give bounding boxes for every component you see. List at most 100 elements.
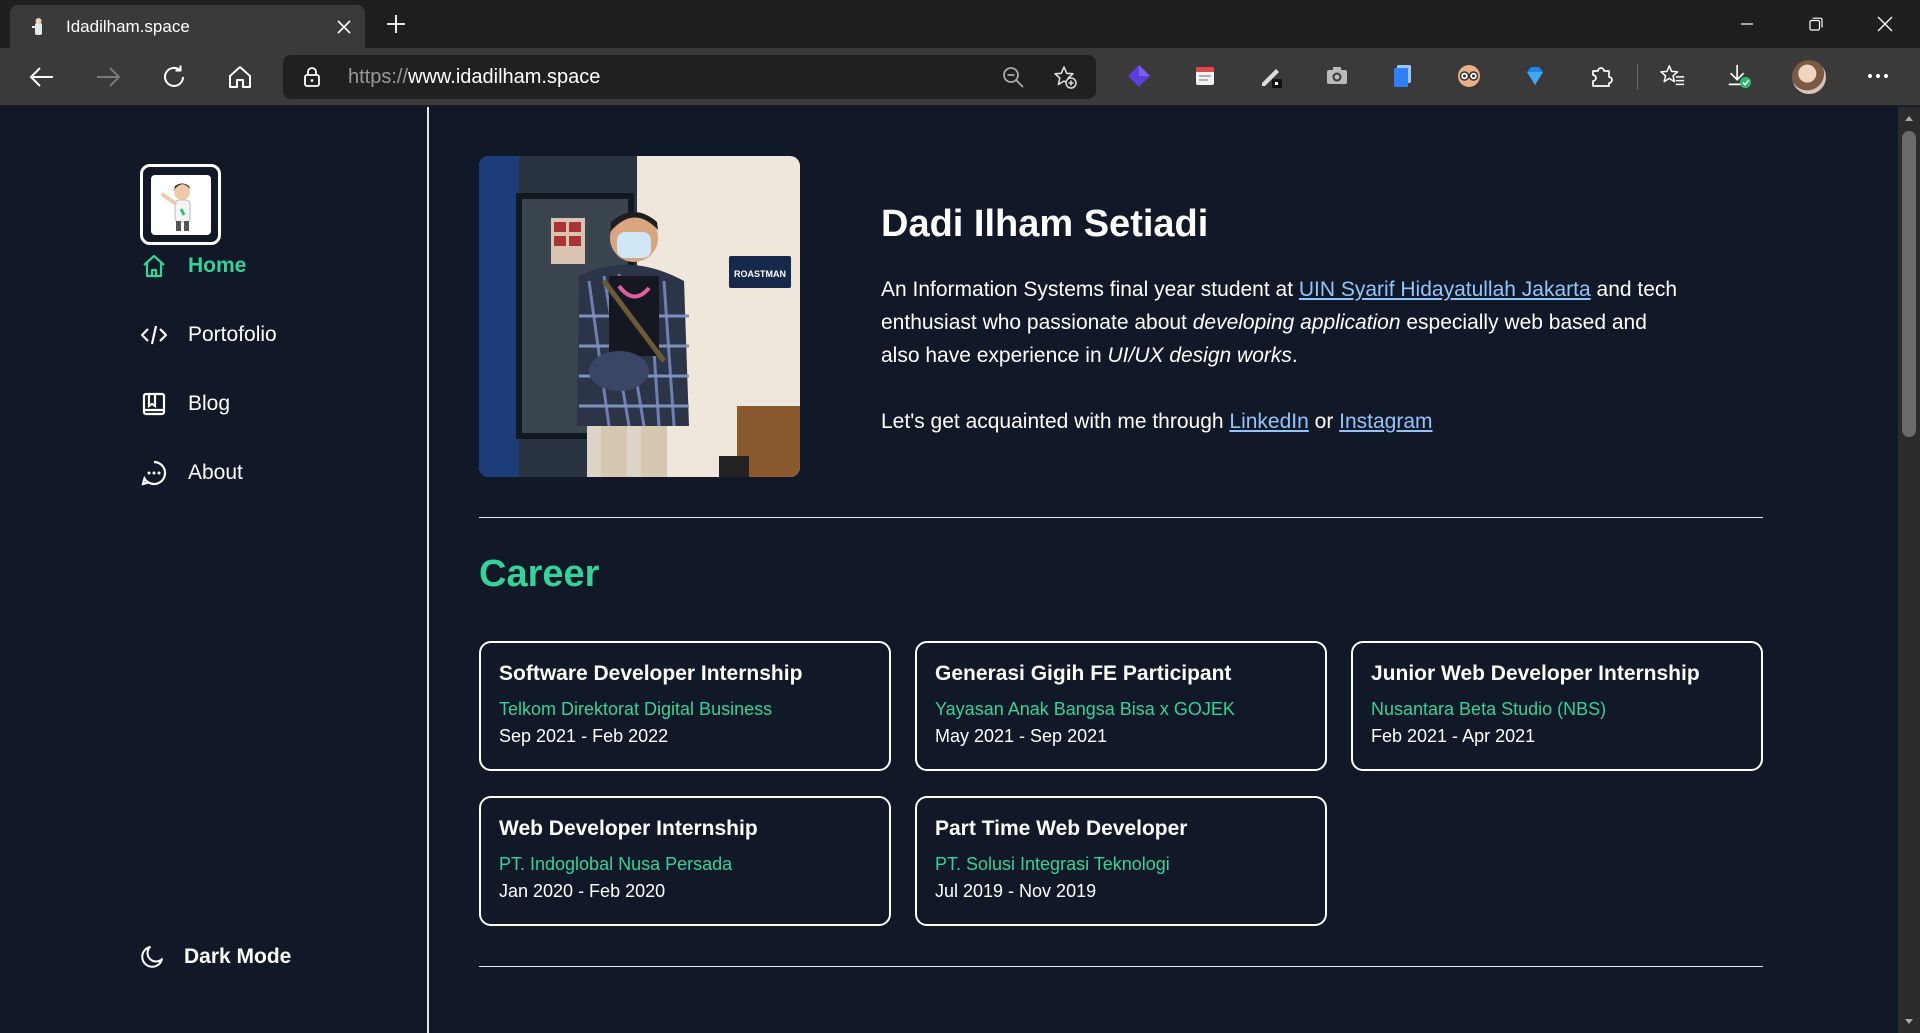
career-organization: Yayasan Anak Bangsa Bisa x GOJEK — [935, 699, 1235, 719]
section-divider — [479, 966, 1763, 967]
extension-diamond-icon[interactable] — [1522, 63, 1548, 89]
favicon-icon — [32, 18, 42, 35]
chat-icon — [141, 460, 167, 486]
scrollbar-thumb[interactable] — [1902, 131, 1916, 437]
restore-button[interactable] — [1793, 8, 1839, 40]
career-role: Generasi Gigih FE Participant — [935, 662, 1232, 685]
linkedin-link[interactable]: LinkedIn — [1229, 410, 1308, 433]
arrow-right-icon — [97, 67, 121, 87]
career-role: Part Time Web Developer — [935, 817, 1188, 840]
career-role: Software Developer Internship — [499, 662, 803, 685]
dark-mode-label: Dark Mode — [184, 945, 292, 968]
diamond-icon — [1527, 67, 1543, 85]
profile-avatar[interactable] — [1792, 60, 1826, 94]
extension-notes-icon[interactable] — [1192, 63, 1218, 89]
scroll-up-icon[interactable] — [1903, 113, 1915, 125]
extension-pen-icon[interactable] — [1258, 63, 1284, 89]
home-icon — [229, 66, 251, 88]
site-logo[interactable] — [140, 164, 221, 245]
minimize-icon — [1741, 23, 1753, 25]
nav-item-portofolio[interactable]: Portofolio — [140, 318, 277, 352]
description-emphasis: developing application — [1192, 311, 1401, 334]
nav-item-label: Home — [188, 254, 247, 277]
description-text: . — [1291, 344, 1298, 367]
university-link[interactable]: UIN Syarif Hidayatullah Jakarta — [1299, 278, 1591, 301]
career-card: Generasi Gigih FE Participant Yayasan An… — [915, 641, 1327, 771]
career-heading: Career — [479, 553, 600, 595]
url-host: www.idadilham.space — [408, 66, 601, 88]
arrow-left-icon — [29, 67, 53, 87]
pen-icon — [1262, 69, 1282, 88]
page-scrollbar[interactable] — [1898, 107, 1920, 1033]
cube-icon — [1128, 65, 1150, 87]
extension-glasses-icon[interactable] — [1456, 63, 1482, 89]
favorites-button[interactable] — [1660, 63, 1686, 89]
career-organization: PT. Solusi Integrasi Teknologi — [935, 854, 1170, 874]
address-bar[interactable]: https://www.idadilham.space — [283, 55, 1096, 99]
refresh-icon — [164, 65, 184, 87]
nav-item-home[interactable]: Home — [140, 249, 246, 283]
social-links-text: Let's get acquainted with me through Lin… — [881, 405, 1433, 438]
zoom-out-icon[interactable] — [1001, 65, 1025, 89]
career-organization: Nusantara Beta Studio (NBS) — [1371, 699, 1607, 719]
web-page: Home Portofolio Blog About Dark Mode ROA… — [0, 107, 1898, 1033]
documents-icon — [1394, 65, 1411, 87]
new-tab-button[interactable] — [382, 10, 410, 38]
extension-purple-cube-icon[interactable] — [1126, 63, 1152, 89]
career-period: May 2021 - Sep 2021 — [935, 726, 1108, 746]
extensions-button[interactable] — [1588, 63, 1614, 89]
download-icon — [1728, 64, 1752, 89]
toolbar-separator — [1637, 64, 1638, 90]
url-scheme: https:// — [348, 66, 409, 88]
close-icon — [1877, 16, 1893, 32]
career-period: Sep 2021 - Feb 2022 — [499, 726, 669, 746]
career-organization: Telkom Direktorat Digital Business — [499, 699, 773, 719]
nav-item-blog[interactable]: Blog — [140, 387, 230, 421]
extension-camera-icon[interactable] — [1324, 63, 1350, 89]
profile-photo-image: ROASTMAN — [479, 156, 800, 477]
home-icon — [143, 254, 165, 278]
nav-item-label: Blog — [188, 392, 231, 415]
sidebar: Home Portofolio Blog About Dark Mode — [0, 107, 429, 1033]
code-icon — [140, 325, 168, 345]
browser-tab[interactable]: Idadilham.space — [10, 5, 365, 48]
career-period: Feb 2021 - Apr 2021 — [1371, 726, 1536, 746]
career-card: Junior Web Developer Internship Nusantar… — [1351, 641, 1763, 771]
nav-item-label: Portofolio — [188, 323, 277, 346]
scroll-down-icon[interactable] — [1903, 1015, 1915, 1027]
career-role: Web Developer Internship — [499, 817, 758, 840]
book-icon — [142, 392, 166, 416]
career-period: Jul 2019 - Nov 2019 — [935, 881, 1097, 901]
minimize-button[interactable] — [1724, 8, 1770, 40]
extension-documents-icon[interactable] — [1390, 63, 1416, 89]
glasses-icon — [1458, 65, 1480, 87]
dark-mode-toggle[interactable]: Dark Mode — [140, 945, 291, 969]
home-button[interactable] — [223, 60, 257, 94]
career-card: Software Developer Internship Telkom Dir… — [479, 641, 891, 771]
refresh-button[interactable] — [157, 60, 191, 94]
favorites-icon — [1660, 65, 1685, 86]
description-text: An Information Systems final year studen… — [881, 278, 1299, 301]
career-role: Junior Web Developer Internship — [1371, 662, 1700, 685]
settings-more-button[interactable] — [1865, 63, 1891, 89]
downloads-button[interactable] — [1726, 63, 1752, 89]
lock-icon[interactable] — [301, 66, 323, 88]
person-illustration-icon — [160, 183, 190, 231]
forward-button[interactable] — [91, 60, 125, 94]
photo-sign-text: ROASTMAN — [734, 269, 786, 279]
restore-icon — [1809, 17, 1823, 31]
nav-item-about[interactable]: About — [140, 456, 243, 490]
back-button[interactable] — [25, 60, 59, 94]
career-card: Part Time Web Developer PT. Solusi Integ… — [915, 796, 1327, 926]
career-period: Jan 2020 - Feb 2020 — [499, 881, 666, 901]
description-emphasis: UI/UX design works — [1107, 344, 1292, 367]
url-text[interactable]: https://www.idadilham.space — [348, 66, 600, 89]
hero-description: An Information Systems final year studen… — [881, 273, 1681, 372]
instagram-link[interactable]: Instagram — [1339, 410, 1432, 433]
section-divider — [479, 517, 1763, 518]
close-window-button[interactable] — [1862, 8, 1908, 40]
tab-close-button[interactable] — [332, 15, 356, 39]
browser-tab-bar: Idadilham.space — [0, 0, 1920, 48]
career-card: Web Developer Internship PT. Indoglobal … — [479, 796, 891, 926]
add-favorite-icon[interactable] — [1053, 65, 1077, 89]
